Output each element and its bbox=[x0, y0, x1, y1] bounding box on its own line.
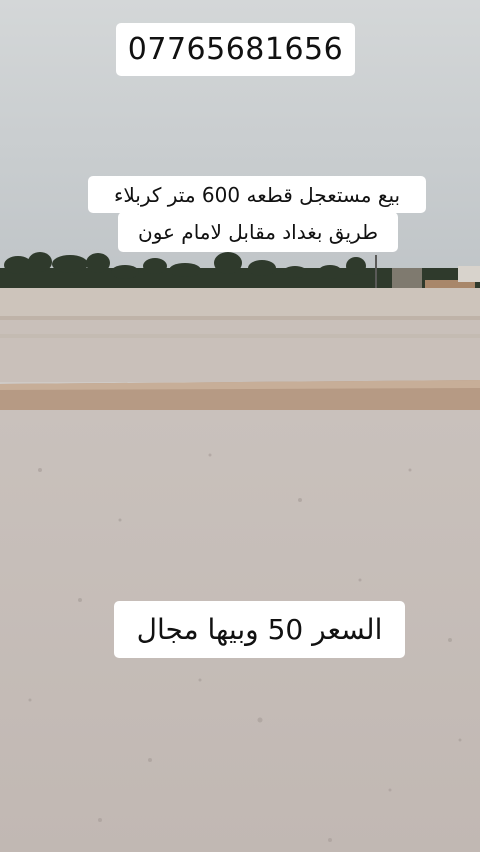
price-caption: السعر 50 وبيها مجال bbox=[114, 601, 405, 658]
far-ground bbox=[0, 320, 480, 382]
ad-caption-line-2: طريق بغداد مقابل لامام عون bbox=[118, 212, 398, 252]
building bbox=[392, 268, 422, 288]
phone-number-caption: 07765681656 bbox=[116, 23, 355, 76]
photo-background bbox=[0, 0, 480, 852]
boundary-wall bbox=[0, 288, 480, 320]
ad-caption-line-1: بيع مستعجل قطعه 600 متر كربلاء bbox=[88, 176, 426, 213]
building bbox=[458, 266, 480, 282]
ad-caption: بيع مستعجل قطعه 600 متر كربلاء طريق بغدا… bbox=[88, 176, 426, 256]
